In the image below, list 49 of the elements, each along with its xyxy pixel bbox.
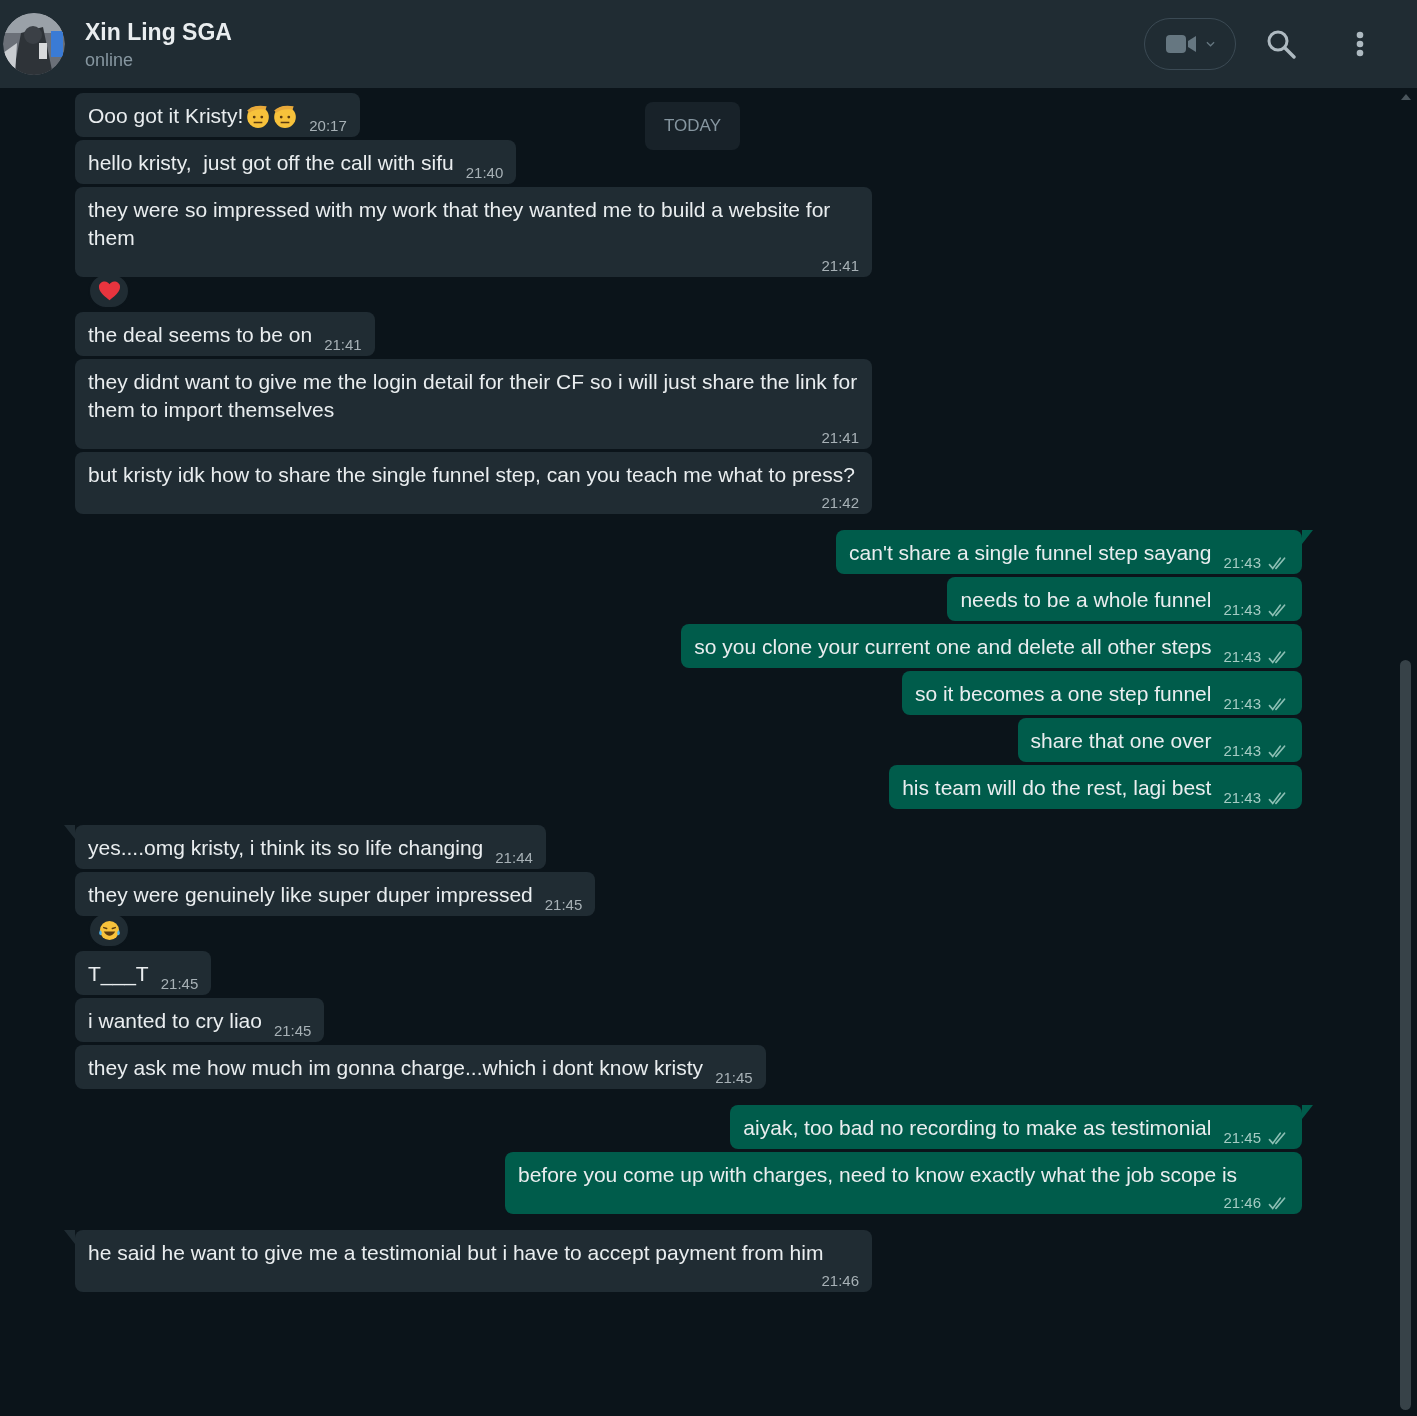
message-time: 21:45	[544, 896, 583, 914]
message-text: they were genuinely like super duper impressed	[88, 882, 533, 908]
message-text: so it becomes a one step funnel	[914, 681, 1212, 707]
search-icon[interactable]	[1266, 29, 1296, 59]
message-text: needs to be a whole funnel	[960, 587, 1212, 613]
message-text: he said he want to give me a testimonial but i have to accept payment from him	[88, 1240, 824, 1266]
message-text: Ooo got it Kristy!	[88, 103, 244, 129]
message-time: 21:40	[465, 164, 504, 182]
message-time: 21:41	[821, 257, 859, 275]
message-time: 21:45	[273, 1022, 312, 1040]
message-time: 21:43	[1223, 742, 1261, 760]
caret-icon	[1205, 41, 1215, 47]
message-time: 21:43	[1223, 554, 1261, 572]
date-chip: TODAY	[645, 102, 740, 150]
message-time: 21:44	[495, 849, 533, 867]
message-time: 21:43	[1223, 695, 1261, 713]
message-text: so you clone your current one and delete all other steps	[694, 634, 1212, 660]
message-text: aiyak, too bad no recording to make as testimonial	[743, 1115, 1212, 1141]
scrollbar-thumb[interactable]	[1400, 660, 1411, 1410]
message-time: 21:46	[821, 1272, 859, 1290]
message-time: 21:45	[715, 1069, 753, 1087]
message-text: T___T	[88, 961, 149, 988]
message-text: before you come up with charges, need to know exactly what the job scope is	[518, 1162, 1238, 1188]
message-text: share that one over	[1030, 728, 1212, 754]
message-time: 21:43	[1223, 648, 1261, 666]
message-text: they ask me how much im gonna charge...which i dont know kristy	[88, 1055, 704, 1081]
message-time: 21:43	[1223, 789, 1261, 807]
contact-status: online	[85, 48, 135, 72]
scroll-up-icon[interactable]	[1401, 94, 1411, 100]
message-time: 21:42	[821, 494, 859, 512]
message-time: 21:45	[1223, 1129, 1261, 1147]
message-time: 21:46	[1223, 1194, 1261, 1212]
message-text: i wanted to cry liao	[88, 1008, 262, 1034]
message-time: 21:41	[324, 336, 362, 354]
message-time: 21:41	[821, 429, 859, 447]
message-text: his team will do the rest, lagi best	[902, 775, 1212, 801]
message-text: can't share a single funnel step sayang	[849, 540, 1212, 566]
video-camera-icon	[1165, 34, 1196, 54]
message-text: yes....omg kristy, i think its so life changing	[88, 835, 484, 861]
message-text: they were so impressed with my work that they wanted me to build a website for them	[88, 197, 832, 251]
message-time: 21:43	[1223, 601, 1261, 619]
contact-name: Xin Ling SGA	[85, 17, 232, 47]
message-time: 21:45	[160, 975, 199, 993]
message-time: 20:17	[309, 117, 347, 135]
message-text: hello kristy, just got off the call with sifu	[88, 150, 454, 176]
message-text: but kristy idk how to share the single funnel step, can you teach me what to press?	[88, 462, 855, 488]
message-text: the deal seems to be on	[88, 322, 313, 348]
message-text: they didnt want to give me the login detail for their CF so i will just share the link for them to import themselves	[88, 369, 859, 423]
menu-icon[interactable]	[1356, 31, 1364, 57]
